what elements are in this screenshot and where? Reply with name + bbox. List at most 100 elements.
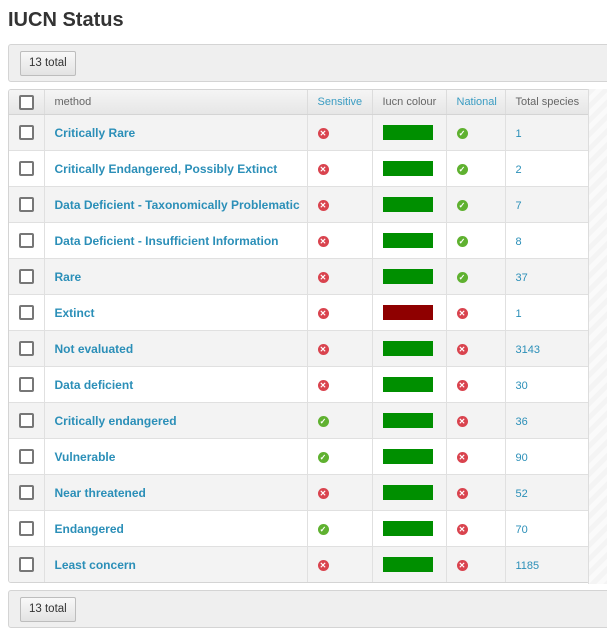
row-checkbox[interactable] (18, 197, 34, 213)
method-link[interactable]: Critically Endangered, Possibly Extinct (55, 162, 278, 176)
row-select-cell (9, 294, 45, 331)
total-species-link[interactable]: 70 (516, 524, 528, 536)
row-select-cell (9, 330, 45, 367)
x-circle-icon: ✕ (317, 163, 329, 175)
x-circle-icon: ✕ (317, 199, 329, 211)
national-cell: ✓ (446, 222, 506, 259)
colour-swatch (382, 449, 433, 465)
total-species-link[interactable]: 1 (516, 128, 522, 140)
row-checkbox[interactable] (18, 377, 34, 393)
national-cell: ✕ (446, 294, 506, 331)
row-checkbox[interactable] (18, 485, 34, 501)
method-link[interactable]: Near threatened (55, 486, 146, 500)
method-link[interactable]: Not evaluated (55, 342, 134, 356)
x-circle-icon: ✕ (456, 307, 468, 319)
total-species-link[interactable]: 90 (516, 452, 528, 464)
iucn-colour-cell (372, 222, 447, 259)
total-count-button[interactable]: 13 total (20, 51, 76, 76)
check-circle-icon: ✓ (456, 235, 468, 247)
table-row: Data Deficient - Insufficient Informatio… (9, 222, 589, 259)
row-select-cell (9, 114, 45, 151)
row-checkbox[interactable] (18, 269, 34, 285)
total-species-link[interactable]: 3143 (516, 344, 540, 356)
colour-swatch (382, 233, 433, 249)
x-circle-icon: ✕ (317, 235, 329, 247)
row-checkbox[interactable] (18, 125, 34, 141)
total-species-link[interactable]: 1185 (516, 560, 540, 572)
total-species-link[interactable]: 30 (516, 380, 528, 392)
row-select-cell (9, 258, 45, 295)
method-link[interactable]: Extinct (55, 306, 95, 320)
total-species-cell: 1 (505, 294, 589, 331)
total-species-link[interactable]: 2 (516, 164, 522, 176)
method-link[interactable]: Data Deficient - Insufficient Informatio… (55, 234, 279, 248)
sensitive-cell: ✕ (307, 366, 373, 403)
x-circle-icon: ✕ (456, 379, 468, 391)
column-header-sensitive[interactable]: Sensitive (307, 90, 373, 115)
method-cell: Data Deficient - Taxonomically Problemat… (44, 186, 308, 223)
method-link[interactable]: Endangered (55, 522, 124, 536)
row-select-cell (9, 150, 45, 187)
row-checkbox[interactable] (18, 341, 34, 357)
sensitive-cell: ✕ (307, 474, 373, 511)
total-species-link[interactable]: 1 (516, 308, 522, 320)
row-checkbox[interactable] (18, 233, 34, 249)
total-species-cell: 52 (505, 474, 589, 511)
colour-swatch (382, 269, 433, 285)
row-checkbox[interactable] (18, 557, 34, 573)
national-cell: ✕ (446, 474, 506, 511)
total-species-link[interactable]: 37 (516, 272, 528, 284)
method-link[interactable]: Critically endangered (55, 414, 177, 428)
total-count-button-footer[interactable]: 13 total (20, 597, 76, 622)
x-circle-icon: ✕ (317, 559, 329, 571)
select-all-cell (9, 90, 45, 115)
colour-swatch (382, 413, 433, 429)
iucn-colour-cell (372, 114, 447, 151)
national-cell: ✓ (446, 114, 506, 151)
total-species-link[interactable]: 7 (516, 200, 522, 212)
column-header-national[interactable]: National (446, 90, 506, 115)
table-row: Data Deficient - Taxonomically Problemat… (9, 186, 589, 223)
method-cell: Data Deficient - Insufficient Informatio… (44, 222, 308, 259)
select-all-checkbox[interactable] (18, 94, 34, 110)
sensitive-cell: ✕ (307, 546, 373, 582)
total-species-cell: 3143 (505, 330, 589, 367)
table-row: Data deficient ✕ ✕ 30 (9, 366, 589, 403)
x-circle-icon: ✕ (317, 127, 329, 139)
table-row: Extinct ✕ ✕ 1 (9, 294, 589, 331)
row-checkbox[interactable] (18, 521, 34, 537)
method-link[interactable]: Data Deficient - Taxonomically Problemat… (55, 198, 300, 212)
row-checkbox[interactable] (18, 449, 34, 465)
column-header-method[interactable]: method (44, 90, 308, 115)
row-checkbox[interactable] (18, 161, 34, 177)
x-circle-icon: ✕ (456, 343, 468, 355)
total-species-cell: 7 (505, 186, 589, 223)
iucn-colour-cell (372, 402, 447, 439)
iucn-colour-cell (372, 438, 447, 475)
total-species-link[interactable]: 8 (516, 236, 522, 248)
method-cell: Critically endangered (44, 402, 308, 439)
table-row: Rare ✕ ✓ 37 (9, 258, 589, 295)
row-checkbox[interactable] (18, 413, 34, 429)
x-circle-icon: ✕ (317, 379, 329, 391)
iucn-colour-cell (372, 474, 447, 511)
national-cell: ✕ (446, 510, 506, 547)
method-link[interactable]: Rare (55, 270, 82, 284)
colour-swatch (382, 305, 433, 321)
national-cell: ✕ (446, 366, 506, 403)
check-circle-icon: ✓ (317, 451, 329, 463)
row-select-cell (9, 546, 45, 582)
method-link[interactable]: Critically Rare (55, 126, 136, 140)
total-species-link[interactable]: 52 (516, 488, 528, 500)
national-cell: ✓ (446, 258, 506, 295)
row-checkbox[interactable] (18, 305, 34, 321)
check-circle-icon: ✓ (317, 415, 329, 427)
national-cell: ✕ (446, 330, 506, 367)
total-species-link[interactable]: 36 (516, 416, 528, 428)
method-link[interactable]: Least concern (55, 558, 136, 572)
iucn-colour-cell (372, 258, 447, 295)
method-link[interactable]: Data deficient (55, 378, 134, 392)
table-row: Critically endangered ✓ ✕ 36 (9, 402, 589, 439)
method-cell: Data deficient (44, 366, 308, 403)
method-link[interactable]: Vulnerable (55, 450, 116, 464)
